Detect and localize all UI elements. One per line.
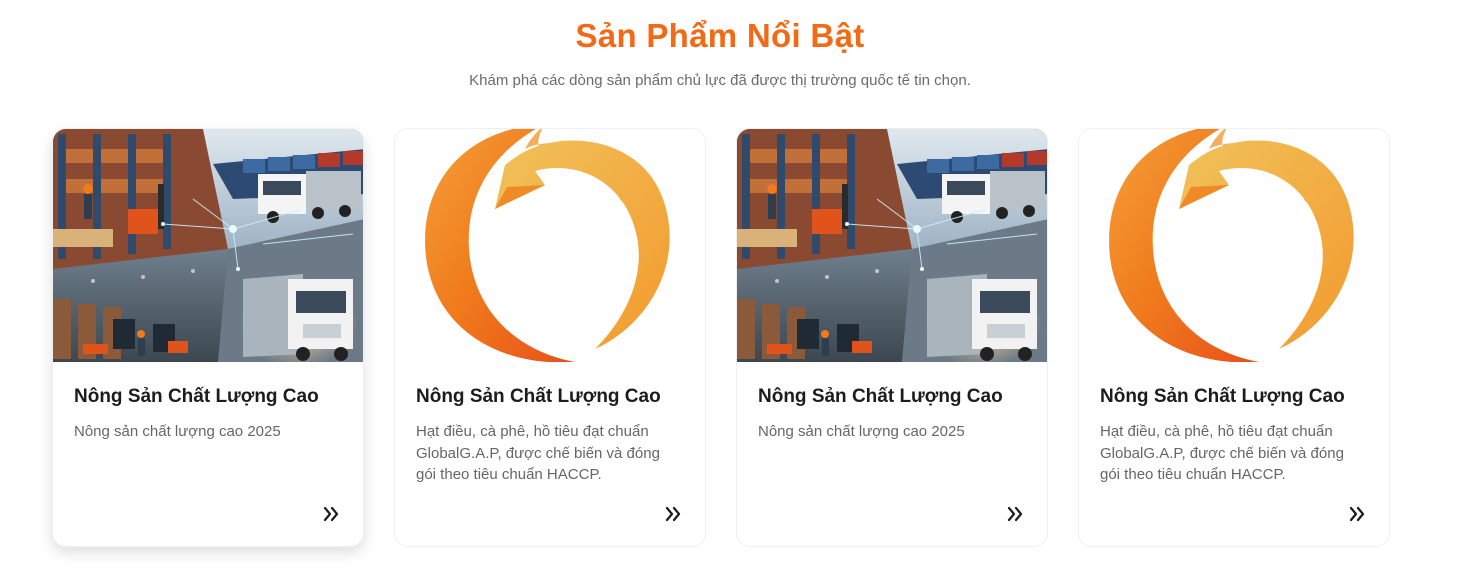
product-card[interactable]: Nông Sản Chất Lượng Cao Nông sản chất lư… — [52, 128, 364, 547]
product-image-logistics[interactable] — [53, 129, 363, 362]
double-chevron-right-icon[interactable] — [1345, 502, 1369, 526]
product-card[interactable]: Nông Sản Chất Lượng Cao Hạt điều, cà phê… — [394, 128, 706, 547]
product-description: Nông sản chất lượng cao 2025 — [74, 423, 281, 440]
product-description: Hạt điều, cà phê, hồ tiêu đạt chuẩn Glob… — [1100, 423, 1344, 483]
product-image-logistics[interactable] — [737, 129, 1047, 362]
product-card[interactable]: Nông Sản Chất Lượng Cao Hạt điều, cà phê… — [1078, 128, 1390, 547]
section-subtitle: Khám phá các dòng sản phẩm chủ lực đã đư… — [469, 72, 971, 89]
double-chevron-right-icon[interactable] — [661, 502, 685, 526]
product-description: Nông sản chất lượng cao 2025 — [758, 423, 965, 440]
product-card[interactable]: Nông Sản Chất Lượng Cao Nông sản chất lư… — [736, 128, 1048, 547]
product-description: Hạt điều, cà phê, hồ tiêu đạt chuẩn Glob… — [416, 423, 660, 483]
product-image-swirl-logo[interactable] — [1079, 129, 1389, 362]
product-image-swirl-logo[interactable] — [395, 129, 705, 362]
product-title[interactable]: Nông Sản Chất Lượng Cao — [1100, 386, 1345, 408]
product-title[interactable]: Nông Sản Chất Lượng Cao — [416, 386, 661, 408]
section-title: Sản Phẩm Nổi Bật — [575, 17, 865, 54]
product-title[interactable]: Nông Sản Chất Lượng Cao — [74, 386, 319, 408]
double-chevron-right-icon[interactable] — [1003, 502, 1027, 526]
double-chevron-right-icon[interactable] — [319, 502, 343, 526]
product-title[interactable]: Nông Sản Chất Lượng Cao — [758, 386, 1003, 408]
